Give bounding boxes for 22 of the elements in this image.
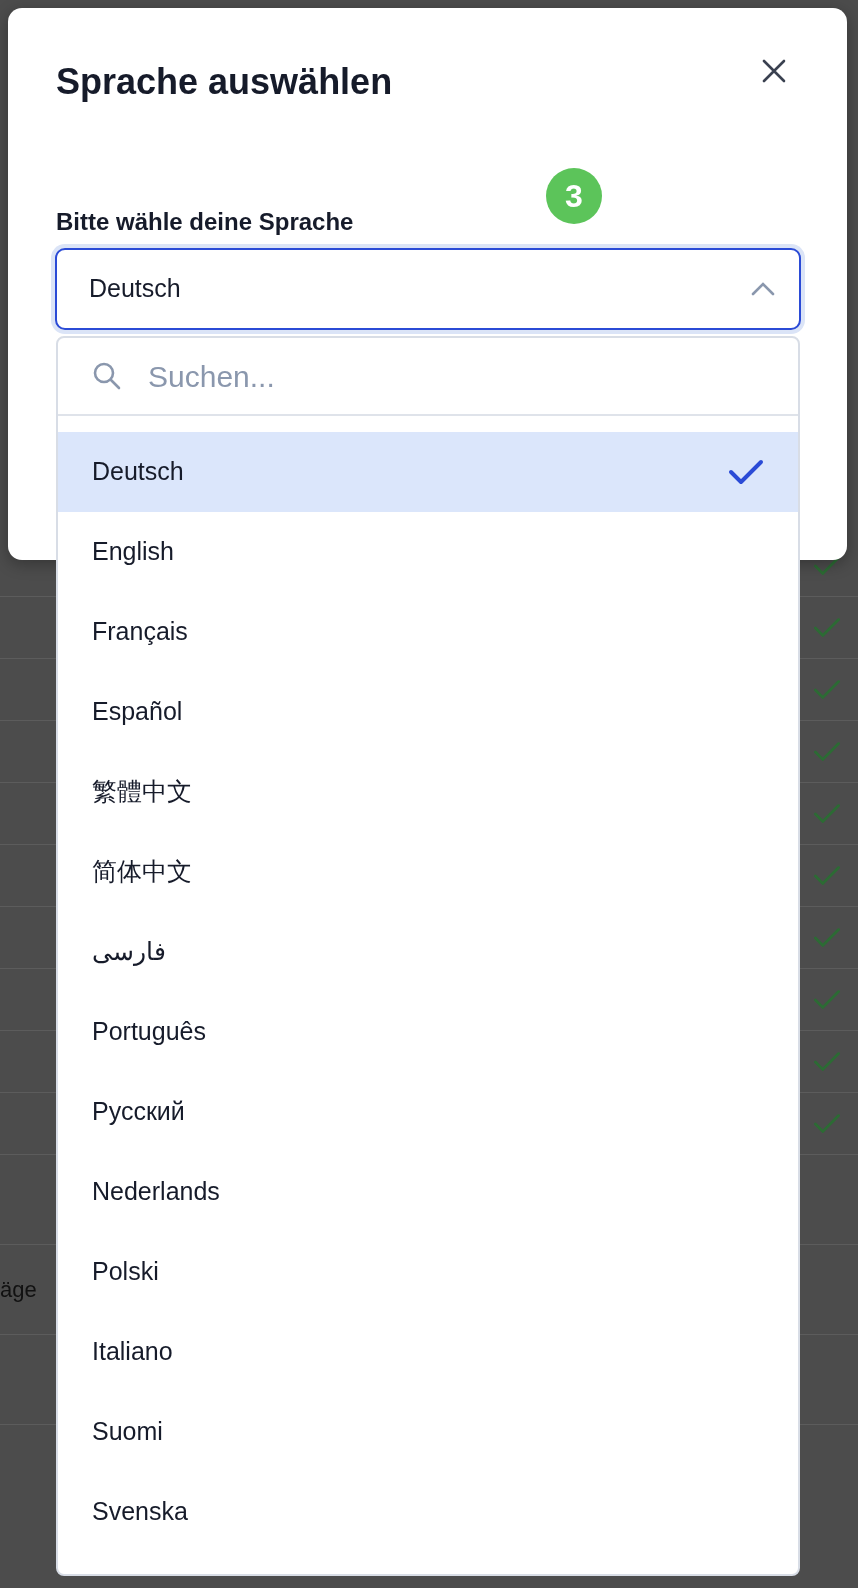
language-option[interactable]: 简体中文 <box>58 832 798 912</box>
field-label: Bitte wähle deine Sprache <box>56 207 354 237</box>
dialog-title: Sprache auswählen <box>56 60 393 104</box>
text-fragment: äge <box>0 1276 37 1304</box>
language-option[interactable]: English <box>58 512 798 592</box>
language-option[interactable]: Italiano <box>58 1312 798 1392</box>
close-icon <box>762 58 786 83</box>
language-option[interactable]: Polski <box>58 1232 798 1312</box>
language-option[interactable]: Svenska <box>58 1472 798 1552</box>
chevron-icon <box>751 282 775 296</box>
language-option[interactable]: Français <box>58 592 798 672</box>
language-option[interactable]: Русский <box>58 1072 798 1152</box>
language-option[interactable]: Suomi <box>58 1392 798 1472</box>
language-option[interactable]: Deutsch <box>58 432 798 512</box>
language-option[interactable]: 繁體中文 <box>58 752 798 832</box>
language-option[interactable]: فارسی <box>58 912 798 992</box>
check-icon <box>728 458 764 486</box>
language-option[interactable]: Português <box>58 992 798 1072</box>
step-badge: 3 <box>546 168 602 224</box>
search-icon <box>92 361 122 391</box>
language-option[interactable]: Español <box>58 672 798 752</box>
language-option[interactable]: Nederlands <box>58 1152 798 1232</box>
